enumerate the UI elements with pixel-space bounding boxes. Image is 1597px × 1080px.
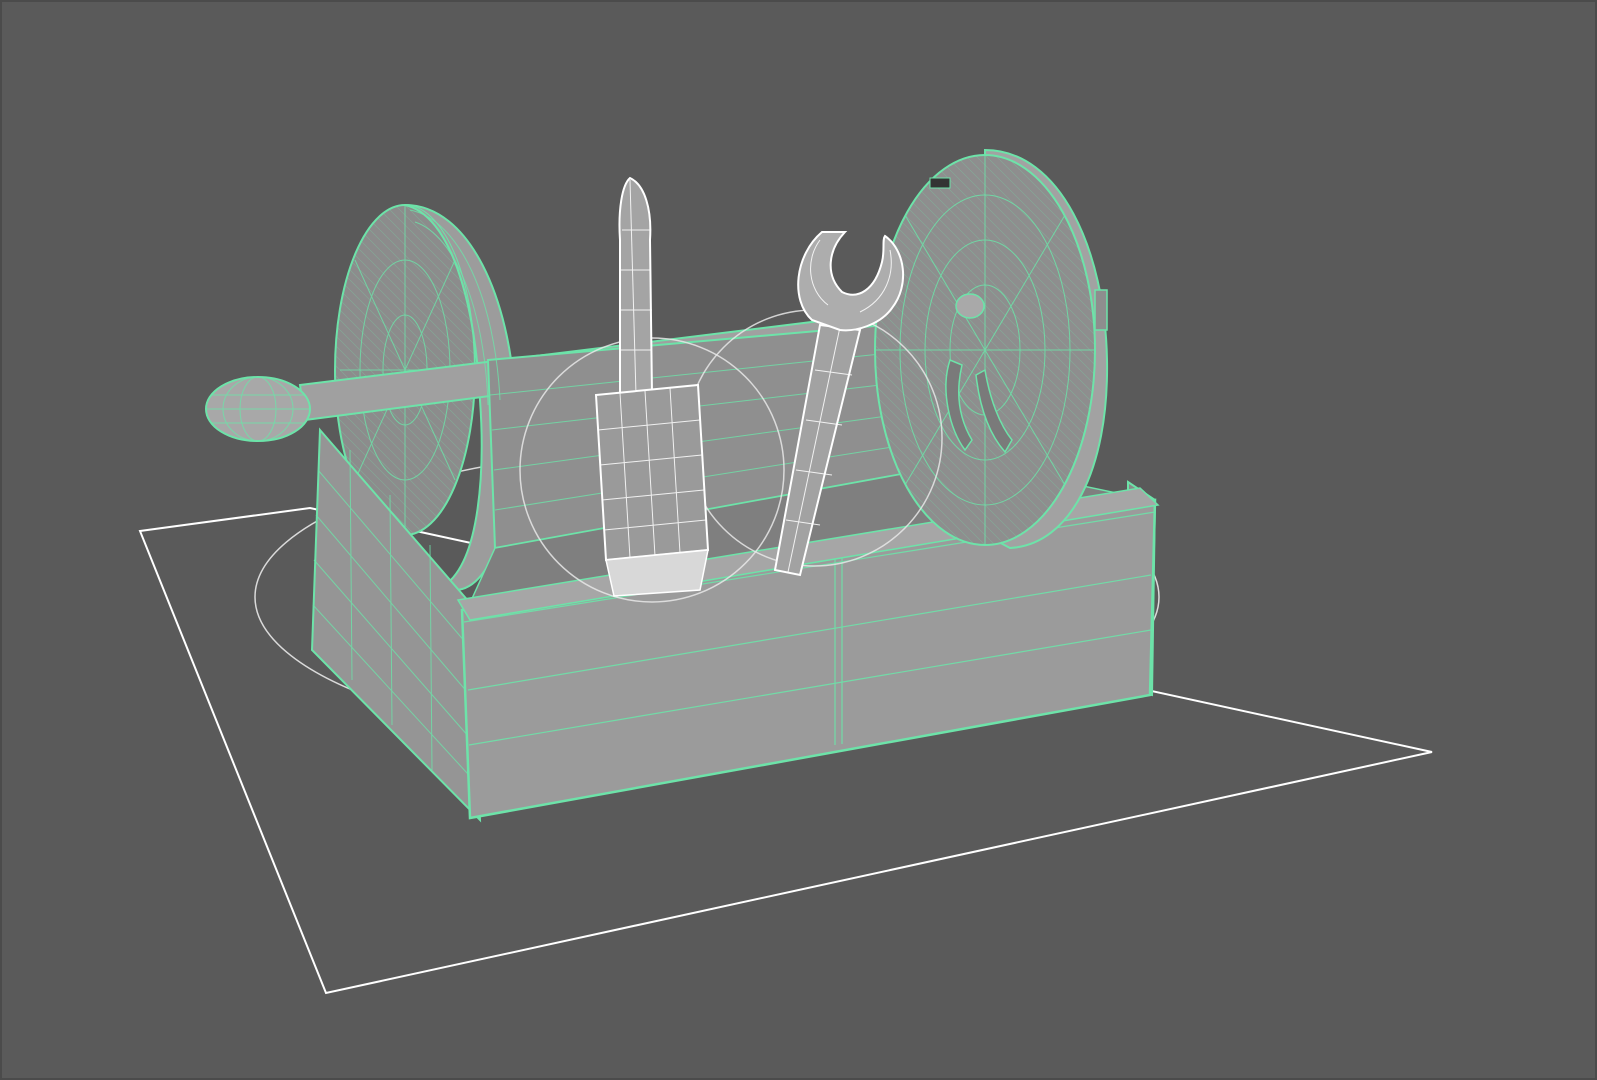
3d-viewport[interactable] [0, 0, 1597, 1080]
viewport-canvas[interactable] [0, 0, 1597, 1080]
right-wheel[interactable] [874, 148, 1109, 550]
